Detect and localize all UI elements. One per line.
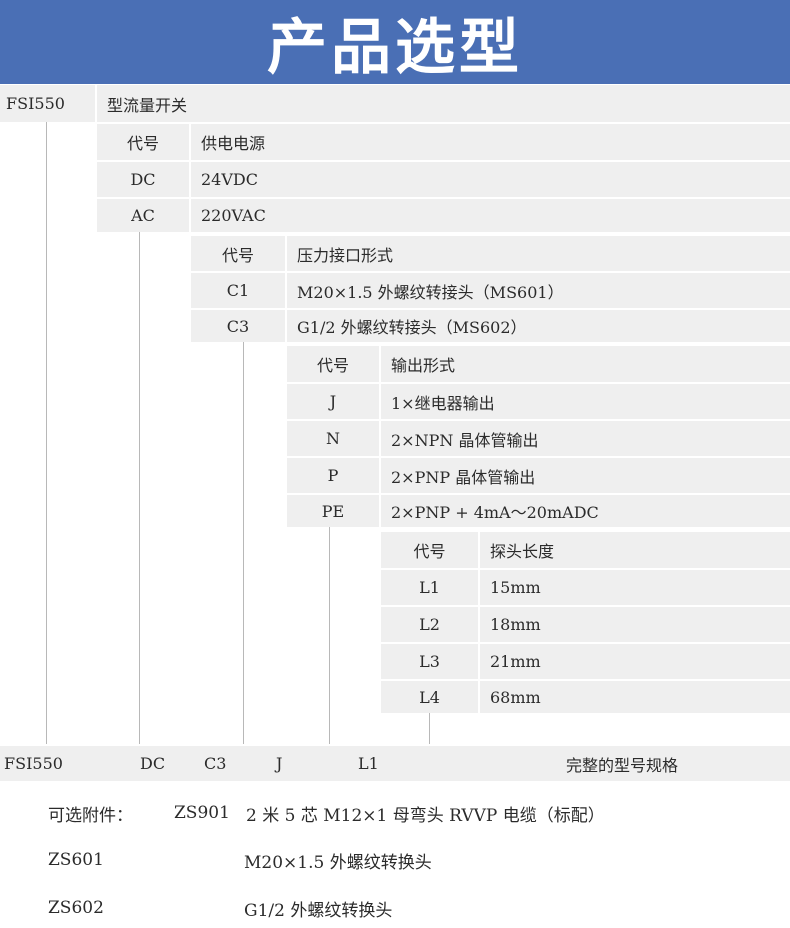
output-header-desc: 输出形式 bbox=[381, 346, 790, 382]
probe-row-code: L3 bbox=[381, 644, 478, 679]
connector-line bbox=[243, 342, 244, 744]
connector-line bbox=[429, 713, 430, 744]
example-output-code: J bbox=[276, 754, 283, 773]
example-model-code: FSI550 bbox=[4, 754, 63, 773]
accessory-desc: M20×1.5 外螺纹转换头 bbox=[244, 852, 432, 873]
probe-header-desc: 探头长度 bbox=[480, 532, 790, 568]
probe-row-code: L4 bbox=[381, 681, 478, 713]
power-row-code: AC bbox=[97, 199, 189, 232]
page-title: 产品选型 bbox=[267, 12, 523, 83]
power-row-code: DC bbox=[97, 162, 189, 197]
pressure-row-desc: G1/2 外螺纹转接头（MS602） bbox=[287, 310, 790, 342]
output-row-desc: 2×PNP + 4mA～20mADC bbox=[381, 495, 790, 527]
pressure-row-desc: M20×1.5 外螺纹转接头（MS601） bbox=[287, 273, 790, 308]
power-header-desc: 供电电源 bbox=[191, 124, 790, 160]
model-code: FSI550 bbox=[0, 85, 95, 122]
probe-row-desc: 68mm bbox=[480, 681, 790, 713]
probe-row-desc: 15mm bbox=[480, 570, 790, 605]
pressure-row-code: C3 bbox=[191, 310, 285, 342]
output-row-code: PE bbox=[287, 495, 379, 527]
accessories-label: 可选附件： bbox=[48, 805, 133, 826]
model-name: 型流量开关 bbox=[97, 85, 790, 122]
probe-row-code: L1 bbox=[381, 570, 478, 605]
accessory-code: ZS602 bbox=[48, 898, 104, 918]
output-row-desc: 2×NPN 晶体管输出 bbox=[381, 421, 790, 456]
output-row-desc: 1×继电器输出 bbox=[381, 384, 790, 419]
example-power-code: DC bbox=[140, 754, 166, 773]
example-pressure-code: C3 bbox=[204, 754, 227, 773]
output-row-desc: 2×PNP 晶体管输出 bbox=[381, 458, 790, 493]
output-header-code: 代号 bbox=[287, 346, 379, 382]
power-row-desc: 220VAC bbox=[191, 199, 790, 232]
pressure-row-code: C1 bbox=[191, 273, 285, 308]
accessory-code: ZS601 bbox=[48, 850, 104, 870]
power-header-code: 代号 bbox=[97, 124, 189, 160]
output-row-code: J bbox=[287, 384, 379, 419]
accessory-desc: G1/2 外螺纹转换头 bbox=[244, 900, 393, 921]
pressure-header-desc: 压力接口形式 bbox=[287, 236, 790, 271]
probe-row-desc: 18mm bbox=[480, 607, 790, 642]
power-row-desc: 24VDC bbox=[191, 162, 790, 197]
connector-line bbox=[139, 232, 140, 744]
probe-row-desc: 21mm bbox=[480, 644, 790, 679]
output-row-code: N bbox=[287, 421, 379, 456]
example-label: 完整的型号规格 bbox=[566, 755, 679, 775]
example-probe-code: L1 bbox=[358, 754, 379, 773]
accessory-desc: 2 米 5 芯 M12×1 母弯头 RVVP 电缆（标配） bbox=[246, 805, 605, 826]
title-banner: 产品选型 bbox=[0, 0, 790, 84]
probe-header-code: 代号 bbox=[381, 532, 478, 568]
connector-line bbox=[46, 122, 47, 744]
connector-line bbox=[329, 527, 330, 744]
pressure-header-code: 代号 bbox=[191, 236, 285, 271]
accessory-code: ZS901 bbox=[174, 803, 230, 823]
probe-row-code: L2 bbox=[381, 607, 478, 642]
output-row-code: P bbox=[287, 458, 379, 493]
